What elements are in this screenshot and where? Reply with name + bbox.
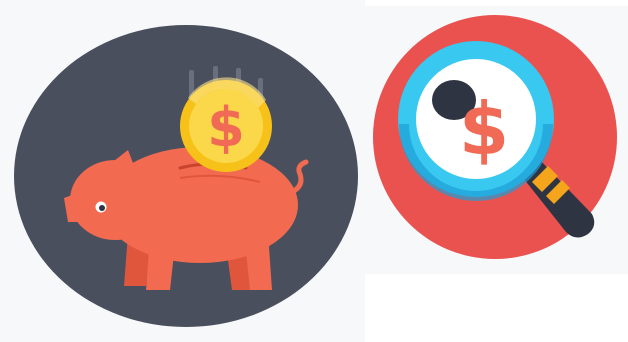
magnifier-dollar-symbol: $: [459, 87, 509, 171]
coin-dollar-symbol: $: [207, 96, 245, 159]
piggy-bank-panel: $: [0, 0, 365, 342]
piggy-bank-icon: $: [14, 25, 358, 327]
pig-pupil: [99, 205, 105, 211]
money-search-icon: $: [373, 15, 617, 259]
money-search-panel: $: [362, 6, 628, 274]
coin-icon: $: [180, 77, 272, 172]
